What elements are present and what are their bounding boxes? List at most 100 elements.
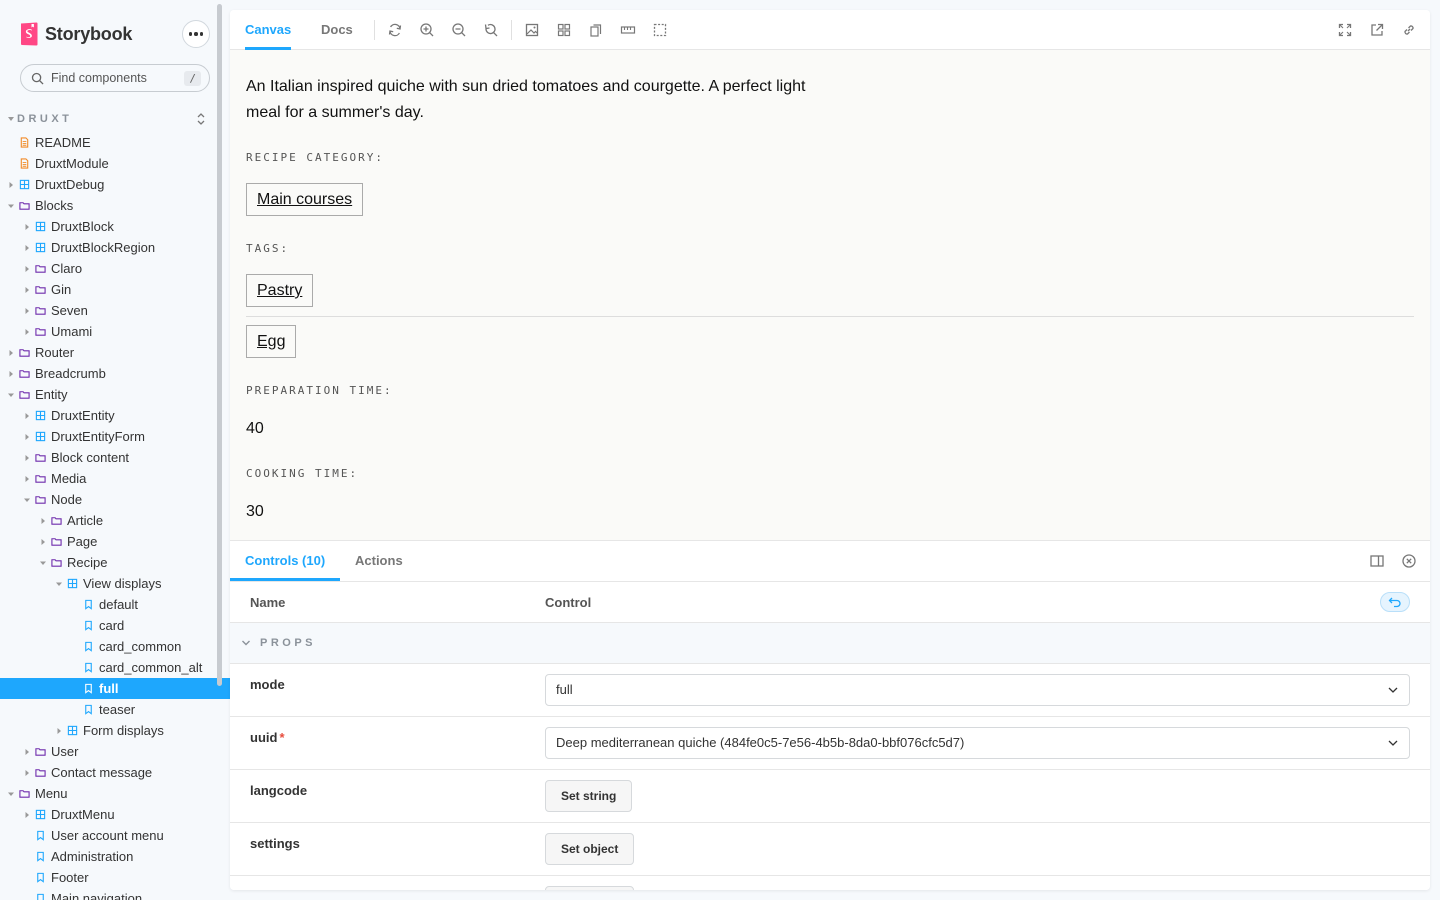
caret-right-icon[interactable] <box>7 181 15 189</box>
tag-link[interactable]: Egg <box>246 325 297 358</box>
caret-down-icon[interactable] <box>23 496 31 504</box>
reset-controls-button[interactable] <box>1380 592 1410 612</box>
sidebar-item-druxtblock[interactable]: DruxtBlock <box>0 216 230 237</box>
bookmark-icon <box>85 662 92 673</box>
caret-down-icon[interactable] <box>7 790 15 798</box>
settings-menu-button[interactable] <box>182 20 210 48</box>
sidebar-item-label: DruxtBlockRegion <box>51 240 156 255</box>
props-section-toggle[interactable]: PROPS <box>230 623 1430 664</box>
zoom-out-icon[interactable] <box>451 22 467 38</box>
folder-icon <box>19 349 30 357</box>
sidebar-item-administration[interactable]: Administration <box>0 846 230 867</box>
sidebar-item-router[interactable]: Router <box>0 342 230 363</box>
caret-right-icon[interactable] <box>55 727 63 735</box>
recipe-category-link[interactable]: Main courses <box>246 183 364 216</box>
sidebar-item-block-content[interactable]: Block content <box>0 447 230 468</box>
sidebar-item-contact-message[interactable]: Contact message <box>0 762 230 783</box>
measure-icon[interactable] <box>620 22 636 38</box>
sidebar-item-gin[interactable]: Gin <box>0 279 230 300</box>
caret-right-icon[interactable] <box>23 286 31 294</box>
set-value-button[interactable] <box>545 886 634 890</box>
search-input[interactable]: Find components / <box>20 64 210 92</box>
background-icon[interactable] <box>524 22 540 38</box>
sidebar-item-node[interactable]: Node <box>0 489 230 510</box>
sidebar-item-entity[interactable]: Entity <box>0 384 230 405</box>
sidebar-item-footer[interactable]: Footer <box>0 867 230 888</box>
caret-right-icon[interactable] <box>23 244 31 252</box>
sidebar-item-druxtdebug[interactable]: DruxtDebug <box>0 174 230 195</box>
reload-icon[interactable] <box>387 22 403 38</box>
caret-down-icon[interactable] <box>55 580 63 588</box>
caret-right-icon[interactable] <box>23 748 31 756</box>
caret-right-icon[interactable] <box>23 475 31 483</box>
sidebar-item-main-navigation[interactable]: Main navigation <box>0 888 230 900</box>
sidebar-item-druxtmodule[interactable]: DruxtModule <box>0 153 230 174</box>
caret-down-icon[interactable] <box>7 391 15 399</box>
open-new-tab-icon[interactable] <box>1369 22 1385 38</box>
sidebar-item-recipe[interactable]: Recipe <box>0 552 230 573</box>
sidebar-item-umami[interactable]: Umami <box>0 321 230 342</box>
sidebar-item-claro[interactable]: Claro <box>0 258 230 279</box>
caret-right-icon[interactable] <box>23 265 31 273</box>
sidebar-item-menu[interactable]: Menu <box>0 783 230 804</box>
caret-right-icon[interactable] <box>39 517 47 525</box>
caret-down-icon[interactable] <box>39 559 47 567</box>
close-panel-icon[interactable] <box>1401 553 1417 569</box>
caret-right-icon[interactable] <box>23 223 31 231</box>
caret-right-icon[interactable] <box>23 811 31 819</box>
sidebar-item-druxtmenu[interactable]: DruxtMenu <box>0 804 230 825</box>
zoom-in-icon[interactable] <box>419 22 435 38</box>
control-row-uuid: uuid * Deep mediterranean quiche (484fe0c… <box>230 717 1430 770</box>
caret-right-icon[interactable] <box>23 307 31 315</box>
outline-icon[interactable] <box>652 22 668 38</box>
sidebar-item-card[interactable]: card <box>0 615 230 636</box>
uuid-select[interactable]: Deep mediterranean quiche (484fe0c5-7e56… <box>545 727 1410 759</box>
sidebar-scrollbar[interactable] <box>217 4 222 686</box>
sidebar-item-user-account-menu[interactable]: User account menu <box>0 825 230 846</box>
sidebar-item-druxtblockregion[interactable]: DruxtBlockRegion <box>0 237 230 258</box>
expand-collapse-icon[interactable] <box>196 112 206 126</box>
sidebar-item-default[interactable]: default <box>0 594 230 615</box>
sidebar-item-card-common-alt[interactable]: card_common_alt <box>0 657 230 678</box>
caret-right-icon[interactable] <box>7 349 15 357</box>
set-object-button[interactable]: Set object <box>545 833 635 865</box>
set-string-button[interactable]: Set string <box>545 780 633 812</box>
sidebar-item-druxtentity[interactable]: DruxtEntity <box>0 405 230 426</box>
sidebar-group-druxt[interactable]: DRUXT <box>8 110 210 128</box>
caret-right-icon[interactable] <box>7 370 15 378</box>
sidebar-item-user[interactable]: User <box>0 741 230 762</box>
caret-right-icon[interactable] <box>23 433 31 441</box>
tab-actions[interactable]: Actions <box>355 541 403 581</box>
caret-down-icon[interactable] <box>7 202 15 210</box>
sidebar-item-full[interactable]: full <box>0 678 230 699</box>
sidebar-item-view-displays[interactable]: View displays <box>0 573 230 594</box>
caret-right-icon[interactable] <box>39 538 47 546</box>
storybook-logo[interactable]: Storybook <box>20 22 132 46</box>
sidebar-item-page[interactable]: Page <box>0 531 230 552</box>
sidebar-item-media[interactable]: Media <box>0 468 230 489</box>
panel-orientation-icon[interactable] <box>1369 553 1385 569</box>
sidebar-item-card-common[interactable]: card_common <box>0 636 230 657</box>
sidebar-item-readme[interactable]: README <box>0 132 230 153</box>
tag-link[interactable]: Pastry <box>246 274 314 307</box>
sidebar-item-druxtentityform[interactable]: DruxtEntityForm <box>0 426 230 447</box>
copy-link-icon[interactable] <box>1401 22 1417 38</box>
caret-right-icon[interactable] <box>23 328 31 336</box>
mode-select[interactable]: full <box>545 674 1410 706</box>
tab-canvas[interactable]: Canvas <box>245 10 292 50</box>
caret-right-icon[interactable] <box>23 454 31 462</box>
tab-docs[interactable]: Docs <box>321 10 353 50</box>
grid-icon[interactable] <box>556 22 572 38</box>
caret-right-icon[interactable] <box>23 412 31 420</box>
sidebar-item-teaser[interactable]: teaser <box>0 699 230 720</box>
sidebar-item-breadcrumb[interactable]: Breadcrumb <box>0 363 230 384</box>
fullscreen-icon[interactable] <box>1337 22 1353 38</box>
sidebar-item-blocks[interactable]: Blocks <box>0 195 230 216</box>
viewport-icon[interactable] <box>588 22 604 38</box>
tab-controls[interactable]: Controls (10) <box>230 541 341 581</box>
caret-right-icon[interactable] <box>23 769 31 777</box>
sidebar-item-form-displays[interactable]: Form displays <box>0 720 230 741</box>
sidebar-item-seven[interactable]: Seven <box>0 300 230 321</box>
sidebar-item-article[interactable]: Article <box>0 510 230 531</box>
zoom-reset-icon[interactable] <box>483 22 499 38</box>
